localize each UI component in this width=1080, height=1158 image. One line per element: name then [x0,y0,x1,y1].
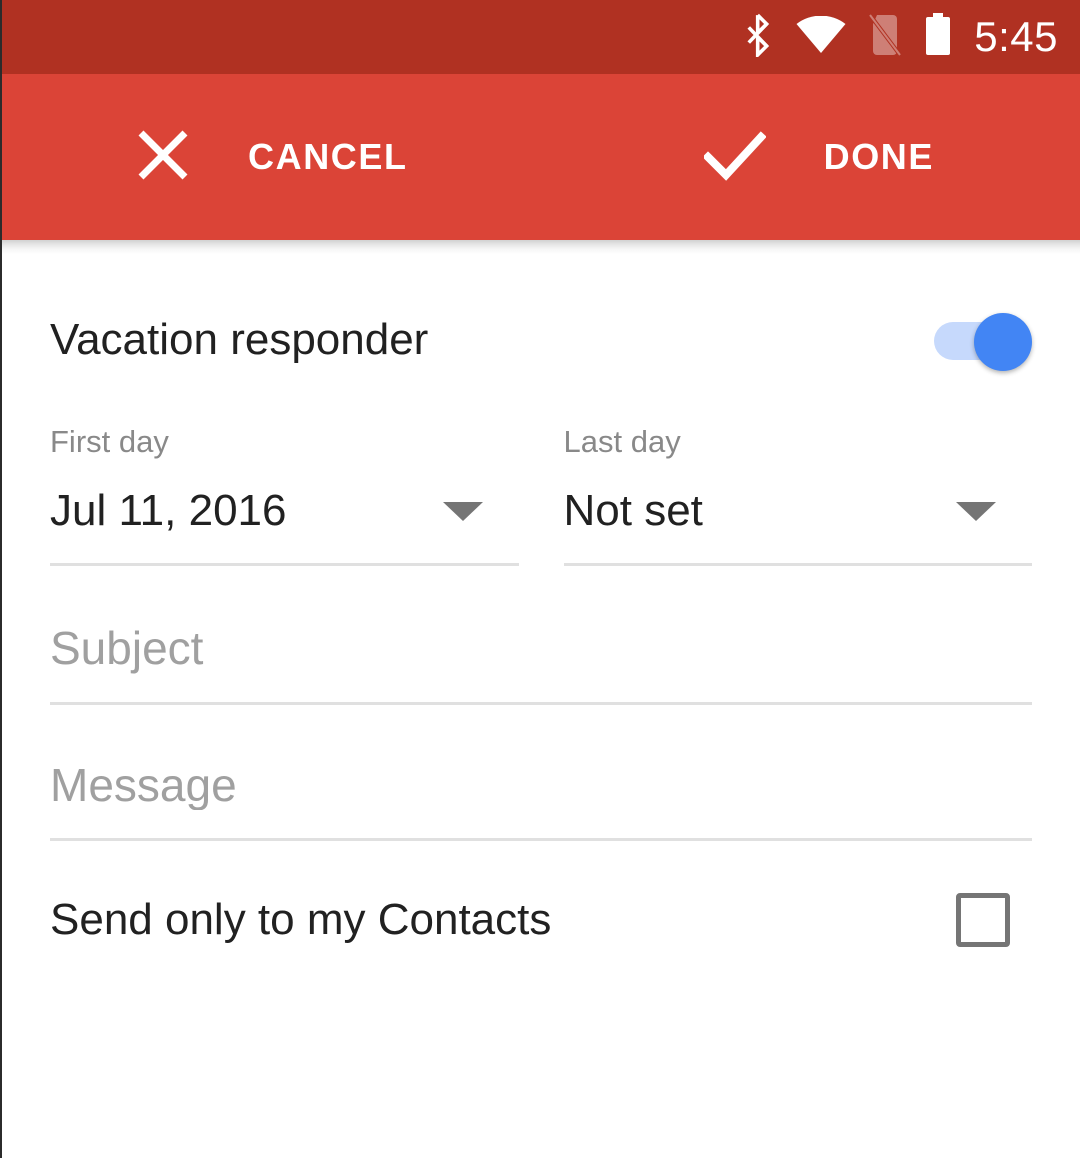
contacts-only-checkbox[interactable] [956,893,1010,948]
first-day-value: Jul 11, 2016 [50,486,287,535]
cancel-button-label: CANCEL [248,136,408,177]
contacts-only-row[interactable]: Send only to my Contacts [50,893,1032,948]
settings-content: Vacation responder First day Jul 11, 201… [2,254,1080,1158]
subject-field [50,624,1032,705]
battery-full-icon [924,12,952,62]
wifi-icon [796,15,846,59]
first-day-field: First day Jul 11, 2016 [50,426,519,566]
status-bar: 5:45 [2,0,1080,74]
contacts-only-label: Send only to my Contacts [50,895,552,945]
message-input[interactable] [50,760,1032,811]
no-sim-card-icon [868,13,902,62]
message-field [50,760,1032,842]
status-bar-clock: 5:45 [974,13,1058,60]
chevron-down-icon [956,501,996,521]
status-icon-group [740,12,952,62]
vacation-responder-label: Vacation responder [50,315,429,364]
chevron-down-icon [442,501,483,521]
subject-input[interactable] [50,624,1032,674]
check-icon [701,128,767,187]
done-button-label: DONE [823,136,935,177]
toolbar: CANCEL DONE [2,74,1080,240]
last-day-picker[interactable]: Not set [563,486,1032,566]
done-button[interactable]: DONE [701,128,935,187]
bluetooth-icon [740,13,774,62]
first-day-caption: First day [50,424,169,459]
date-range-row: First day Jul 11, 2016 Last day Not set [50,426,1032,566]
vacation-responder-toggle[interactable] [934,310,1032,371]
cancel-button[interactable]: CANCEL [136,128,408,187]
vacation-responder-screen: 5:45 CANCEL DONE Vacation responder Firs… [0,0,1080,1158]
toggle-thumb [974,313,1032,371]
last-day-field: Last day Not set [563,424,1032,566]
close-icon [136,128,190,187]
last-day-value: Not set [563,486,703,535]
first-day-picker[interactable]: Jul 11, 2016 [50,489,519,566]
vacation-responder-row[interactable]: Vacation responder [50,254,1032,414]
last-day-caption: Last day [563,424,681,459]
toolbar-shadow [2,240,1080,254]
